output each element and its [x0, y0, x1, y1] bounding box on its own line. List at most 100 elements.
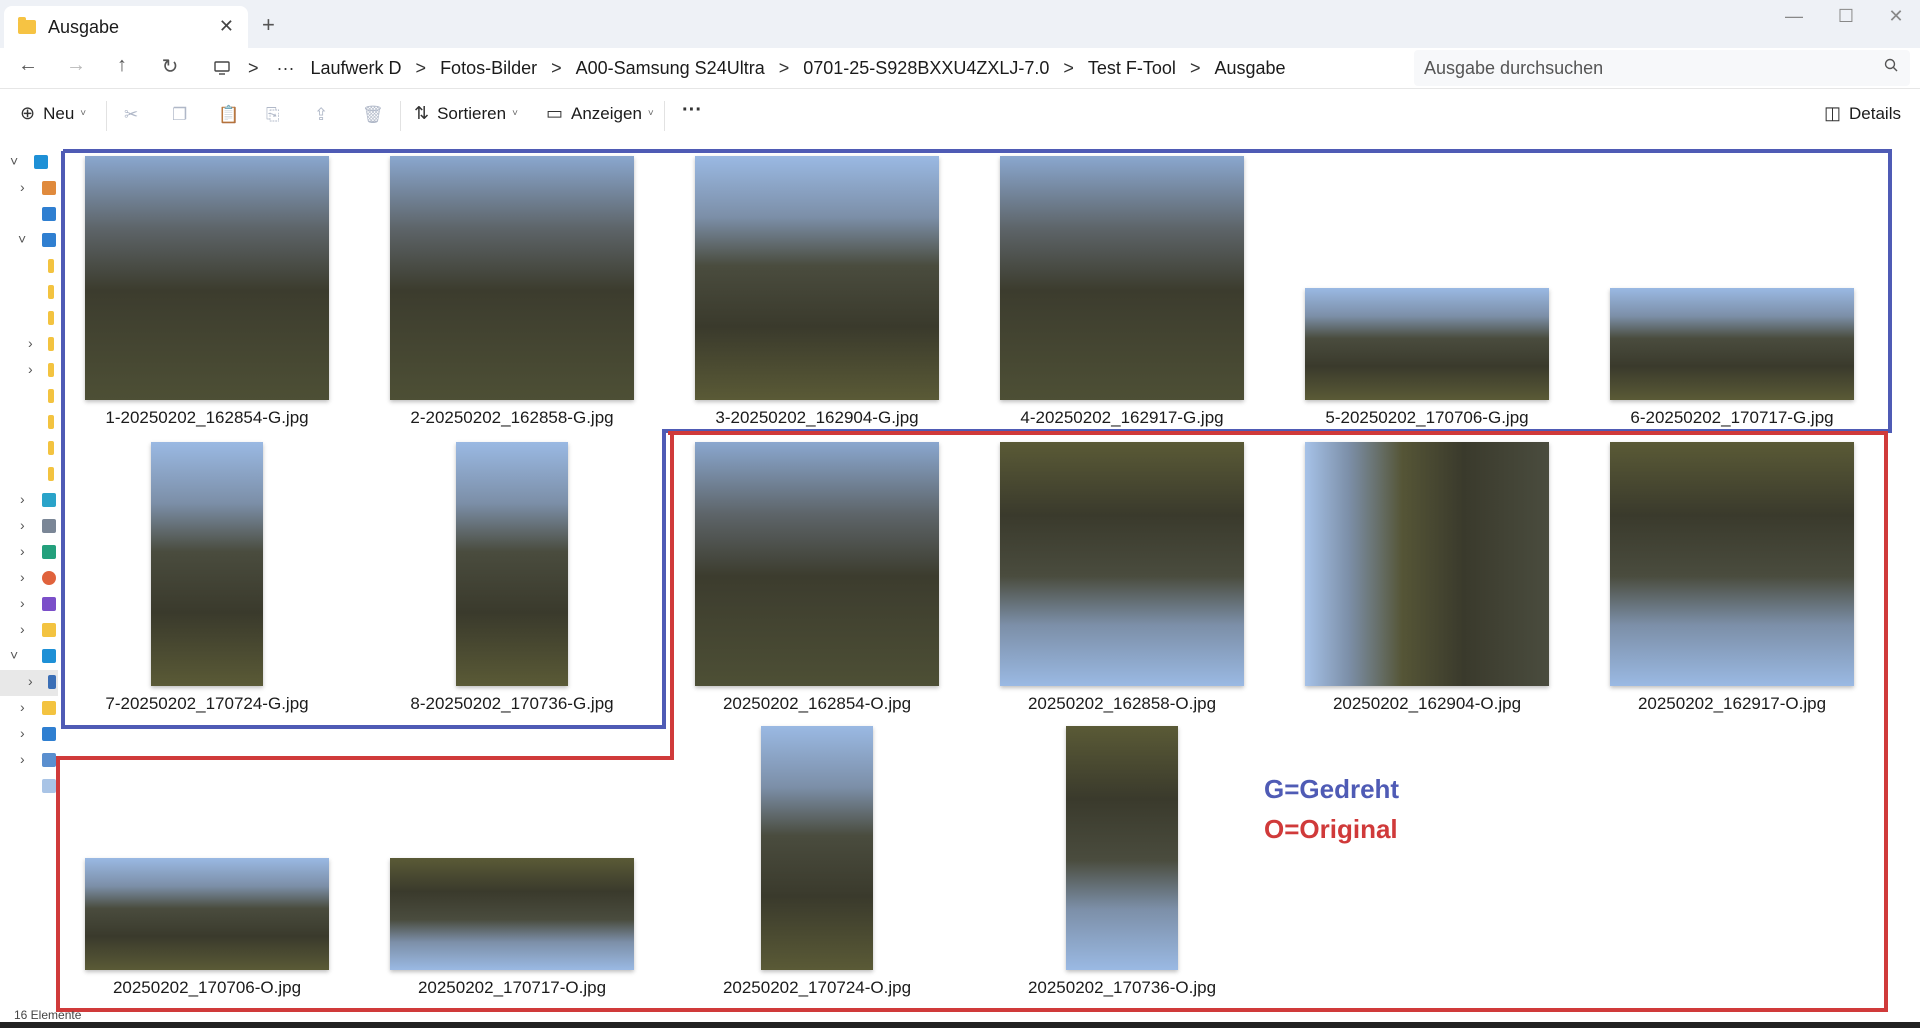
search-icon[interactable] [1884, 58, 1898, 72]
nav-item[interactable]: › [0, 566, 60, 592]
nav-item[interactable]: › [0, 488, 60, 514]
item-count: 16 Elemente [14, 1008, 82, 1022]
details-button[interactable]: ◫ Details [1824, 103, 1901, 124]
nav-item[interactable]: › [0, 618, 60, 644]
delete-icon[interactable]: 🗑 [362, 105, 384, 125]
image-thumbnail[interactable] [1000, 442, 1244, 686]
nav-item[interactable] [0, 410, 60, 436]
chevron-right-icon[interactable]: › [20, 725, 25, 741]
image-thumbnail[interactable] [1066, 726, 1178, 970]
back-button[interactable]: ← [14, 54, 42, 77]
breadcrumb-separator[interactable]: > [1063, 58, 1074, 79]
image-thumbnail[interactable] [1000, 156, 1244, 400]
breadcrumb-ausgabe[interactable]: Ausgabe [1214, 58, 1285, 79]
new-button[interactable]: ⊕ Neu ˅ [20, 103, 86, 124]
image-thumbnail[interactable] [761, 726, 873, 970]
image-thumbnail[interactable] [1305, 442, 1549, 686]
maximize-button[interactable]: ☐ [1826, 6, 1866, 27]
chevron-down-icon[interactable]: ˅ [10, 647, 18, 663]
new-tab-icon[interactable]: + [262, 12, 275, 38]
breadcrumb-samsung[interactable]: A00-Samsung S24Ultra [576, 58, 765, 79]
nav-item[interactable] [0, 462, 60, 488]
breadcrumb-separator[interactable]: > [551, 58, 562, 79]
nav-item[interactable]: › [0, 696, 60, 722]
nav-item[interactable]: › [0, 332, 60, 358]
paste-icon[interactable]: 📋 [218, 105, 239, 125]
nav-item[interactable]: › [0, 748, 60, 774]
nav-item[interactable] [0, 306, 60, 332]
cut-icon[interactable]: ✂ [124, 105, 138, 125]
folder-icon [48, 441, 54, 455]
tab-close-icon[interactable]: ✕ [219, 16, 234, 37]
chevron-right-icon[interactable]: › [28, 673, 33, 689]
chevron-down-icon[interactable]: ˅ [18, 231, 26, 247]
image-thumbnail[interactable] [695, 156, 939, 400]
nav-item[interactable]: › [0, 176, 60, 202]
search-box[interactable] [1414, 50, 1910, 86]
nav-item[interactable] [0, 436, 60, 462]
breadcrumb-separator[interactable]: > [1190, 58, 1201, 79]
nav-item[interactable]: › [0, 592, 60, 618]
image-thumbnail[interactable] [390, 156, 634, 400]
nav-item[interactable] [0, 202, 60, 228]
view-button[interactable]: ▭ Anzeigen ˅ [546, 103, 654, 124]
chevron-right-icon[interactable]: › [20, 699, 25, 715]
tab-title: Ausgabe [48, 16, 120, 37]
image-thumbnail[interactable] [85, 858, 329, 970]
nav-item[interactable]: › [0, 722, 60, 748]
image-thumbnail[interactable] [456, 442, 568, 686]
file-name: 20250202_170724-O.jpg [722, 978, 912, 997]
breadcrumb-fotos-bilder[interactable]: Fotos-Bilder [440, 58, 537, 79]
chevron-right-icon[interactable]: › [20, 595, 25, 611]
image-thumbnail[interactable] [390, 858, 634, 970]
nav-item[interactable]: ˅ [0, 228, 60, 254]
chevron-right-icon[interactable]: › [20, 569, 25, 585]
chevron-right-icon[interactable]: › [20, 491, 25, 507]
image-thumbnail[interactable] [695, 442, 939, 686]
onedrive-icon [34, 155, 48, 169]
refresh-button[interactable]: ↻ [156, 54, 184, 79]
image-thumbnail[interactable] [1305, 288, 1549, 400]
nav-item[interactable]: › [0, 358, 60, 384]
breadcrumb-laufwerk-d[interactable]: Laufwerk D [311, 58, 402, 79]
computer-icon[interactable] [214, 61, 230, 75]
image-thumbnail[interactable] [85, 156, 329, 400]
rename-icon[interactable]: ⎘ [266, 105, 280, 125]
copy-icon[interactable]: ❐ [172, 105, 187, 125]
breadcrumb-separator[interactable]: > [779, 58, 790, 79]
search-input[interactable] [1424, 57, 1864, 79]
chevron-right-icon[interactable]: › [20, 543, 25, 559]
nav-item[interactable] [0, 280, 60, 306]
breadcrumb-separator[interactable]: > [248, 58, 259, 79]
chevron-right-icon[interactable]: › [28, 335, 33, 351]
nav-item-selected[interactable]: › [0, 670, 58, 696]
nav-item[interactable]: › [0, 514, 60, 540]
forward-button[interactable]: → [62, 54, 90, 77]
minimize-button[interactable]: — [1774, 6, 1814, 27]
chevron-right-icon[interactable]: › [20, 517, 25, 533]
chevron-right-icon[interactable]: › [20, 179, 25, 195]
breadcrumb-separator[interactable]: > [416, 58, 427, 79]
image-thumbnail[interactable] [1610, 288, 1854, 400]
breadcrumb-firmware[interactable]: 0701-25-S928BXXU4ZXLJ-7.0 [803, 58, 1049, 79]
breadcrumb-test-f-tool[interactable]: Test F-Tool [1088, 58, 1176, 79]
chevron-right-icon[interactable]: › [28, 361, 33, 377]
nav-item[interactable]: ˅ [0, 644, 60, 670]
chevron-down-icon[interactable]: ˅ [10, 153, 18, 169]
close-window-button[interactable]: ✕ [1876, 6, 1916, 27]
breadcrumb-more-button[interactable]: ··· [277, 58, 295, 79]
more-options-button[interactable]: ··· [682, 99, 702, 122]
image-thumbnail[interactable] [151, 442, 263, 686]
share-icon[interactable]: ⇪ [314, 105, 328, 125]
chevron-right-icon[interactable]: › [20, 621, 25, 637]
image-thumbnail[interactable] [1610, 442, 1854, 686]
nav-item[interactable]: › [0, 540, 60, 566]
nav-item[interactable] [0, 774, 60, 800]
up-button[interactable]: ↑ [108, 54, 136, 77]
tab-ausgabe[interactable]: Ausgabe ✕ [4, 6, 248, 48]
sort-button[interactable]: ⇅ Sortieren ˅ [414, 103, 518, 124]
nav-item[interactable]: ˅ [0, 150, 60, 176]
chevron-right-icon[interactable]: › [20, 751, 25, 767]
nav-item[interactable] [0, 254, 60, 280]
nav-item[interactable] [0, 384, 60, 410]
